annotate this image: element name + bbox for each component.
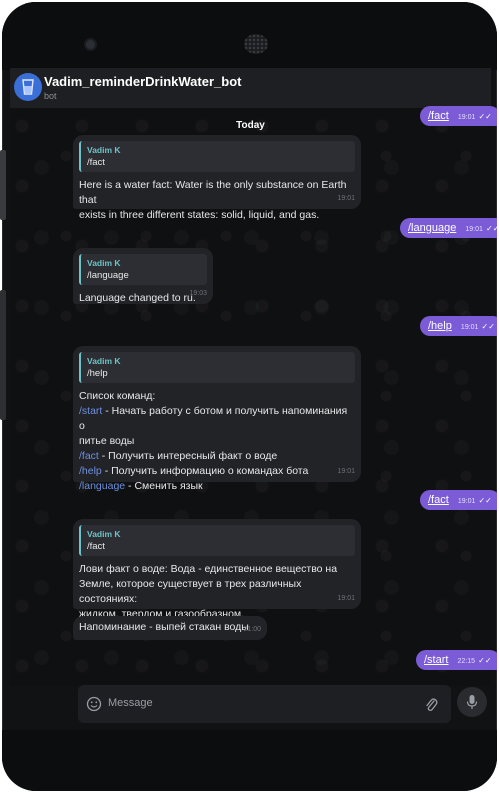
command-line: /language - Сменить язык [79,479,355,494]
quote-author: Vadim K [87,145,121,155]
message-time: 19:01 [460,324,479,331]
command-link[interactable]: /help [79,465,102,477]
message-line: exists in three different states: solid,… [79,209,320,221]
double-check-icon: ✓✓ [478,112,492,121]
message-text[interactable]: /fact [428,110,449,122]
incoming-message[interactable]: Напоминание - выпей стакан воды 21:00 [73,616,267,640]
double-check-icon: ✓✓ [478,656,492,665]
front-camera [86,40,95,49]
incoming-message[interactable]: Vadim K /fact Лови факт о воде: Вода - е… [73,519,361,620]
incoming-message[interactable]: Vadim K /fact Here is a water fact: Wate… [73,135,361,221]
message-input[interactable]: Message [108,697,153,709]
quote-text: /help [87,368,108,379]
incoming-message[interactable]: Vadim K /help Список команд: /start - На… [73,346,361,492]
outgoing-message[interactable]: /fact 19:01 ✓✓ [420,106,497,126]
quote-text: /fact [87,157,105,168]
message-time: 19:01 [337,595,355,602]
phone-bottom-bezel [2,730,497,791]
phone-frame: Vadim_reminderDrinkWater_bot bot Today /… [2,2,497,791]
microphone-icon [466,695,478,709]
command-desc: - Начать работу с ботом и получить напом… [79,405,348,432]
quote-author: Vadim K [87,356,121,366]
voice-record-button[interactable] [457,687,487,717]
quote-text: /language [87,270,129,281]
message-composer[interactable]: Message [78,685,451,723]
command-line: /help - Получить информацию о командах б… [79,464,355,479]
message-text[interactable]: /language [408,222,456,234]
command-line: /fact - Получить интересный факт о воде [79,449,355,464]
message-text[interactable]: /help [428,320,452,332]
message-text[interactable]: /fact [428,494,449,506]
message-list[interactable]: Today /fact 19:01 ✓✓ Vadim K /fact Here … [10,106,497,686]
earpiece-speaker [244,34,268,54]
chat-subtitle: bot [44,91,57,101]
bot-avatar[interactable] [14,73,42,101]
outgoing-message[interactable]: /language 19:01 ✓✓ [400,218,497,238]
message-time: 19:03 [189,290,207,297]
command-line: питье воды [79,434,355,449]
water-glass-icon [22,79,34,95]
command-link[interactable]: /start [79,405,102,417]
command-desc: питье воды [79,435,135,447]
double-check-icon: ✓✓ [485,224,497,233]
chat-header[interactable]: Vadim_reminderDrinkWater_bot bot [10,68,491,109]
command-desc: - Получить информацию о командах бота [101,465,309,477]
reply-quote[interactable]: Vadim K /language [79,254,207,285]
phone-top-bezel [2,2,497,70]
message-time: 19:01 [465,226,483,233]
message-time: 22:15 [457,658,476,665]
message-time: 19:01 [457,114,476,121]
incoming-message[interactable]: Vadim K /language Language changed to ru… [73,248,213,304]
message-time: 19:01 [337,195,355,202]
double-check-icon: ✓✓ [481,322,495,331]
message-line: Список команд: [79,390,156,402]
double-check-icon: ✓✓ [478,496,492,505]
outgoing-message[interactable]: /fact 19:01 ✓✓ [420,490,497,510]
command-desc: - Получить интересный факт о воде [98,450,278,462]
phone-side-button [0,150,6,220]
emoji-icon[interactable] [86,696,102,712]
phone-side-button [0,290,6,420]
message-line: Напоминание - выпей стакан воды [79,621,249,633]
command-desc: - Сменить язык [125,480,203,492]
paperclip-icon[interactable] [424,696,438,712]
date-divider: Today [236,120,265,131]
message-time: 19:01 [337,468,355,475]
quote-text: /fact [87,541,105,552]
outgoing-message[interactable]: /help 19:01 ✓✓ [420,316,497,336]
command-line: /start - Начать работу с ботом и получит… [79,404,355,434]
message-text[interactable]: /start [424,654,448,666]
reply-quote[interactable]: Vadim K /fact [79,141,355,172]
message-line: Here is a water fact: Water is the only … [79,179,347,206]
message-line: Лови факт о воде: Вода - единственное ве… [79,563,338,575]
quote-author: Vadim K [87,529,121,539]
reply-quote[interactable]: Vadim K /fact [79,525,355,556]
command-link[interactable]: /fact [79,450,99,462]
outgoing-message[interactable]: /start 22:15 ✓✓ [416,650,497,670]
chat-title[interactable]: Vadim_reminderDrinkWater_bot [44,74,241,89]
message-line: Земле, которое существует в трех различн… [79,578,302,605]
message-time: 19:01 [457,498,476,505]
command-link[interactable]: /language [79,480,125,492]
message-line: Language changed to ru. [79,292,196,304]
quote-author: Vadim K [87,258,121,268]
reply-quote[interactable]: Vadim K /help [79,352,355,383]
message-time: 21:00 [243,626,261,633]
